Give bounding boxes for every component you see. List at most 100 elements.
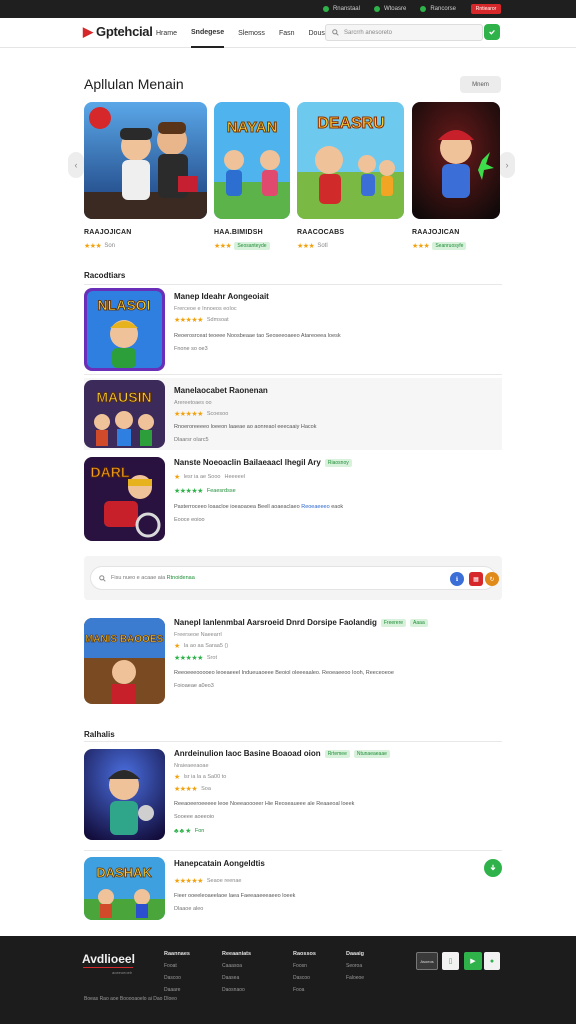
item-subtitle: Frerceoe e Innoeos eoIoc: [174, 306, 237, 312]
item-meta: Sooeee aoeeoio: [174, 814, 215, 820]
social-badge[interactable]: ●: [484, 952, 500, 970]
featured-card[interactable]: RAAJOJICAN ★★★ Seanruosyfe: [412, 102, 500, 250]
search-submit-button[interactable]: [484, 24, 500, 40]
divider: [84, 374, 502, 375]
list-item[interactable]: DASHAK Hanepcatain Aongeldtis ★★★★★ Seao…: [84, 855, 502, 921]
footer-column: Raossos Foosn Dascoo Fooa: [293, 951, 316, 993]
item-title: Nanste Noeoaclin Bailaeaacl lhegil Ary: [174, 458, 321, 467]
item-meta: Foioaeae a0eo3: [174, 683, 214, 689]
artwork-text: NLASOI: [98, 297, 151, 313]
store-badge[interactable]: Asoeos: [416, 952, 438, 970]
rating-stars-icon: ★★★★: [174, 786, 198, 793]
footer-logo-underline: [83, 967, 133, 968]
app-store-badge[interactable]: ▯: [442, 952, 459, 970]
play-icon: ▶: [470, 958, 476, 965]
site-header: ▶ Gptehcial Hrame Sndegese Slemoss Fasn …: [0, 18, 576, 48]
category-badge: Seosanteyde: [234, 242, 270, 250]
footer-link[interactable]: Fooa: [293, 987, 316, 993]
utility-link[interactable]: Rancorse: [420, 6, 456, 12]
card-title: RAAJOJICAN: [412, 229, 460, 236]
status-dot-icon: [322, 6, 329, 12]
refresh-icon[interactable]: ↻: [485, 572, 499, 586]
status-dot-icon: [420, 6, 427, 12]
site-footer: Avdlioeel aoeeoeoelr Raannaes Fooat Dasc…: [0, 936, 576, 1024]
rating-stars-icon: ★★★: [412, 243, 430, 250]
list-item[interactable]: DARL Nanste Noeoaclin Bailaeaacl lhegil …: [84, 455, 502, 543]
category-badge: Ntunaeaeaae: [353, 749, 390, 758]
footer-link[interactable]: Foosn: [293, 963, 316, 969]
list-item[interactable]: MANIS BAOOES Nanepl Ianlenmbal Aarsroeid…: [84, 616, 502, 706]
search-input[interactable]: Sarcrrh anesoreto: [325, 24, 483, 41]
nav-item[interactable]: Fasn: [279, 18, 295, 48]
list-item[interactable]: MAUSIN Manelaocabet Raonenan Arereetoaes…: [84, 378, 502, 450]
footer-link[interactable]: Daosnaoo: [222, 987, 251, 993]
nav-item[interactable]: Slemoss: [238, 18, 265, 48]
utility-link[interactable]: Rnanstaal: [322, 6, 360, 12]
rating-stars-icon: ★★★★★: [174, 488, 203, 495]
artwork-text: DASHAK: [96, 865, 152, 880]
featured-card[interactable]: RAAJOJICAN ★★★ Son: [84, 102, 207, 250]
item-title: Manep Ideahr Aongeoiait: [174, 292, 269, 301]
item-title: Anrdeinulion Iaoc Basine Boaoad oion: [174, 749, 321, 758]
category-badge: Riaosnoy: [324, 458, 352, 467]
nav-item[interactable]: Dous: [309, 18, 325, 48]
item-description: Reeoeeeooooeo leoeaeeel Indueuaoeee Beoi…: [174, 670, 394, 676]
rating-star-icon: ★: [174, 474, 180, 481]
info-icon[interactable]: ℹ: [450, 572, 464, 586]
footer-link[interactable]: Dascoo: [164, 975, 190, 981]
inline-link[interactable]: Reoeaeeeo: [301, 504, 329, 510]
footer-column: Daaaig Seoroa Faloeoe: [346, 951, 365, 981]
featured-card[interactable]: DEASRU RAACOCABS ★★★ Sotl: [297, 102, 404, 250]
item-subtitle: Arereetoaes oo: [174, 400, 212, 406]
download-button[interactable]: [484, 859, 502, 877]
footer-logo[interactable]: Avdlioeel: [82, 952, 135, 966]
chevron-left-icon: ‹: [74, 160, 78, 170]
rating-stars-icon: ★★★: [84, 243, 102, 250]
footer-link[interactable]: Daasea: [222, 975, 251, 981]
promo-search-input[interactable]: Fisu nueo e acaae aia Rtnoidenaa: [90, 566, 496, 590]
rating-stars-icon: ★★★★★: [174, 317, 203, 324]
footer-link[interactable]: Dascoo: [293, 975, 316, 981]
item-description: Pasterroceeo loaacloe ioeaoaoea Beell ao…: [174, 504, 344, 510]
card-title: HAA.BIMIDSH: [214, 229, 263, 236]
footer-link[interactable]: Caaasoa: [222, 963, 251, 969]
game-artwork: [412, 102, 500, 219]
item-meta: Fnone so oe3: [174, 346, 208, 352]
footer-link[interactable]: Faloeoe: [346, 975, 364, 981]
item-meta: Eooce eoioo: [174, 517, 205, 523]
utility-link[interactable]: Wtoasre: [373, 6, 406, 12]
status-dot-icon: [373, 6, 380, 12]
logo-mark-icon: ▶: [83, 24, 93, 39]
site-logo[interactable]: ▶ Gptehcial: [83, 24, 153, 40]
card-title: RAAJOJICAN: [84, 229, 132, 236]
game-thumbnail: MAUSIN: [84, 380, 165, 448]
see-more-button[interactable]: Mnem: [460, 76, 501, 93]
list-item[interactable]: NLASOI Manep Ideahr Aongeoiait Frerceoe …: [84, 288, 502, 372]
footer-link[interactable]: Seoroa: [346, 963, 364, 969]
carousel-next-button[interactable]: ›: [499, 152, 515, 178]
search-icon: [99, 574, 106, 582]
artwork-text: MAUSIN: [96, 389, 151, 405]
nav-item-home[interactable]: Hrame: [156, 18, 177, 48]
footer-link[interactable]: Daaare: [164, 987, 190, 993]
featured-card[interactable]: NAYAN HAA.BIMIDSH ★★★ Seosanteyde: [214, 102, 290, 250]
game-thumbnail: DASHAK: [84, 857, 165, 920]
game-thumbnail: [84, 749, 165, 840]
nav-item-active[interactable]: Sndegese: [191, 18, 225, 48]
section-title: Racodtiars: [84, 271, 126, 280]
game-artwork: NAYAN: [214, 102, 290, 219]
artwork-text: NAYAN: [227, 119, 278, 136]
utility-action-button[interactable]: Rntiearor: [471, 4, 501, 14]
list-item[interactable]: Anrdeinulion Iaoc Basine Boaoad oion Rrt…: [84, 747, 502, 843]
search-icon: [332, 29, 339, 36]
grid-icon[interactable]: ▦: [469, 572, 483, 586]
phone-icon: ▯: [448, 958, 453, 965]
carousel-prev-button[interactable]: ‹: [68, 152, 84, 178]
footer-link[interactable]: Fooat: [164, 963, 190, 969]
divider: [84, 850, 502, 851]
play-store-badge[interactable]: ▶: [464, 952, 482, 970]
game-thumbnail: DARL: [84, 457, 165, 541]
game-artwork: [84, 102, 207, 219]
category-badge: Rrtemee: [324, 749, 350, 758]
category-badge: Freerere: [380, 618, 407, 627]
